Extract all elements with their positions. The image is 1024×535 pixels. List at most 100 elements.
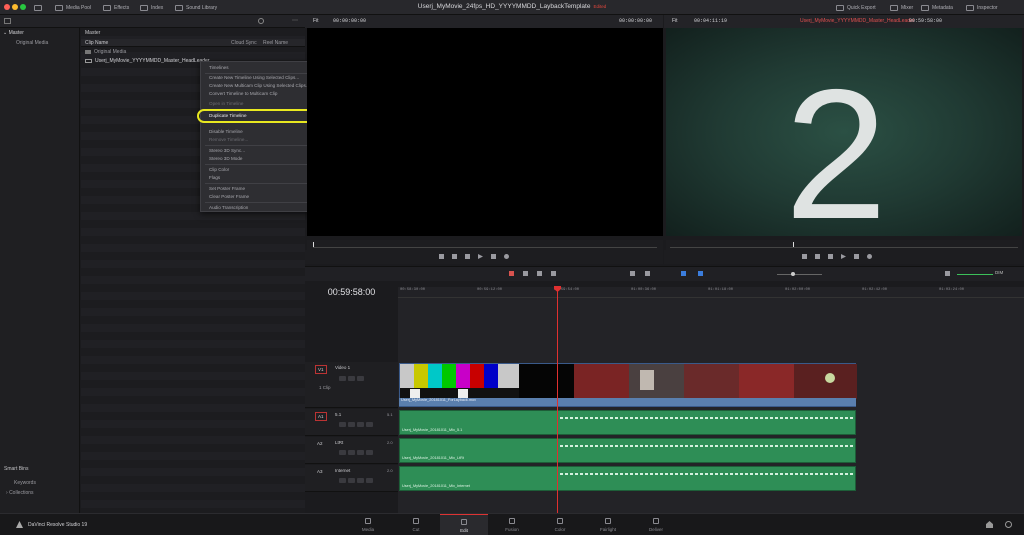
reverse-icon[interactable] (452, 254, 457, 259)
timeline-viewer[interactable]: 2 (666, 28, 1022, 236)
timeline-zoom-select[interactable]: Fit (672, 18, 678, 24)
page-tab-fusion[interactable]: Fusion (488, 514, 536, 535)
auto-select-icon[interactable] (348, 478, 355, 483)
smart-bin-keywords[interactable]: Keywords (14, 480, 36, 486)
lock-icon[interactable] (339, 422, 346, 427)
trim-tool-icon[interactable] (523, 271, 528, 276)
audio-clip-a2[interactable]: Userj_MyMovie_20181011_Mix_LtRt (399, 438, 856, 463)
track-name[interactable]: 5.1 (335, 412, 341, 417)
flag-icon[interactable] (681, 271, 686, 276)
linked-selection-icon[interactable] (645, 271, 650, 276)
audio-clip-a3[interactable]: Userj_MyMovie_20181011_Mix_Internet (399, 466, 856, 491)
timeline-ruler[interactable]: 00:58:30:00 00:59:12:00 00:59:54:00 01:0… (398, 287, 1024, 298)
zoom-slider[interactable] (777, 274, 822, 275)
source-viewer[interactable] (307, 28, 663, 236)
mute-icon[interactable] (366, 450, 373, 455)
timeline-name[interactable]: Userj_MyMovie_YYYYMMDD_Master_HeadLeader (800, 18, 915, 24)
loop-icon[interactable] (867, 254, 872, 259)
search-icon[interactable] (258, 18, 264, 24)
track-name[interactable]: Video 1 (335, 365, 350, 370)
marker-icon[interactable] (698, 271, 703, 276)
speaker-icon[interactable] (945, 271, 950, 276)
page-tab-color[interactable]: Color (536, 514, 584, 535)
bin-original-media[interactable]: Original Media (16, 40, 48, 46)
source-scrubber[interactable] (307, 240, 663, 250)
waveform (560, 417, 853, 419)
volume-slider[interactable] (957, 274, 993, 275)
column-header-row: Clip Name Cloud Sync Reel Name (81, 39, 305, 47)
monitor-icon[interactable] (357, 376, 364, 381)
mixer-button[interactable]: Mixer (890, 2, 913, 13)
auto-select-icon[interactable] (348, 376, 355, 381)
play-icon[interactable] (478, 254, 483, 259)
sidebar-toggle-icon[interactable] (4, 18, 11, 24)
track-tag[interactable]: V1 (315, 365, 327, 374)
waveform (560, 445, 853, 447)
page-tab-deliver[interactable]: Deliver (632, 514, 680, 535)
track-tag[interactable]: A2 (315, 440, 325, 447)
deliver-page-icon (653, 518, 659, 524)
list-item[interactable]: Original Media (81, 48, 305, 56)
export-icon (836, 4, 844, 11)
bin-list: ⌄ Master Original Media Smart Bins Keywo… (0, 28, 80, 513)
page-tab-media[interactable]: Media (344, 514, 392, 535)
source-zoom-select[interactable]: Fit (313, 18, 319, 24)
reverse-icon[interactable] (815, 254, 820, 259)
media-page-icon (365, 518, 371, 524)
jump-start-icon[interactable] (439, 254, 444, 259)
lock-icon[interactable] (339, 478, 346, 483)
ruler-label: 01:02:00:00 (785, 288, 811, 292)
blade-tool-icon[interactable] (551, 271, 556, 276)
smart-bin-collections[interactable]: › Collections (6, 490, 34, 496)
track-tag[interactable]: A3 (315, 468, 325, 475)
column-reel-name[interactable]: Reel Name (263, 40, 288, 46)
loop-icon[interactable] (504, 254, 509, 259)
fairlight-page-icon (605, 518, 611, 524)
scrub-track (313, 247, 657, 248)
track-tag[interactable]: A1 (315, 412, 327, 421)
home-icon[interactable] (986, 521, 993, 528)
stop-icon[interactable] (465, 254, 470, 259)
bin-master[interactable]: ⌄ Master (3, 30, 24, 36)
selection-tool-icon[interactable] (509, 271, 514, 276)
dim-button[interactable]: DIM (995, 270, 1003, 275)
more-options-icon[interactable]: ⋯ (292, 17, 298, 24)
dynamic-trim-icon[interactable] (537, 271, 542, 276)
audio-clip-a1[interactable]: Userj_MyMovie_20181011_Mix_5.1 (399, 410, 856, 435)
track-name[interactable]: LtRt (335, 440, 343, 445)
ruler-label: 00:59:12:00 (477, 288, 503, 292)
auto-select-icon[interactable] (348, 450, 355, 455)
lock-icon[interactable] (339, 450, 346, 455)
page-tab-edit[interactable]: Edit (440, 514, 488, 535)
auto-select-icon[interactable] (348, 422, 355, 427)
page-tab-fairlight[interactable]: Fairlight (584, 514, 632, 535)
menu-label: Convert Timeline to Multicam Clip (209, 91, 278, 96)
zoom-slider-thumb[interactable] (791, 272, 795, 276)
jump-end-icon[interactable] (491, 254, 496, 259)
solo-icon[interactable] (357, 478, 364, 483)
play-icon[interactable] (841, 254, 846, 259)
inspector-button[interactable]: Inspector (966, 2, 998, 13)
lock-icon[interactable] (339, 376, 346, 381)
metadata-button[interactable]: Metadata (921, 2, 953, 13)
metadata-icon (921, 4, 929, 11)
jump-start-icon[interactable] (802, 254, 807, 259)
solo-icon[interactable] (357, 422, 364, 427)
snapping-icon[interactable] (630, 271, 635, 276)
column-cloud-sync[interactable]: Cloud Sync (231, 40, 257, 46)
solo-icon[interactable] (357, 450, 364, 455)
track-name[interactable]: Internet (335, 468, 350, 473)
menu-label: Stereo 3D Mode (209, 156, 243, 161)
quick-export-button[interactable]: Quick Export (836, 2, 876, 13)
column-clip-name[interactable]: Clip Name (85, 40, 108, 46)
timeline-playhead[interactable] (557, 287, 558, 513)
mute-icon[interactable] (366, 422, 373, 427)
stop-icon[interactable] (828, 254, 833, 259)
jump-end-icon[interactable] (854, 254, 859, 259)
timeline-scrubber[interactable] (666, 240, 1022, 250)
settings-icon[interactable] (1005, 521, 1012, 528)
page-tab-cut[interactable]: Cut (392, 514, 440, 535)
mute-icon[interactable] (366, 478, 373, 483)
page-tab-label: Deliver (648, 527, 663, 532)
ruler-label: 01:03:24:00 (939, 288, 965, 292)
